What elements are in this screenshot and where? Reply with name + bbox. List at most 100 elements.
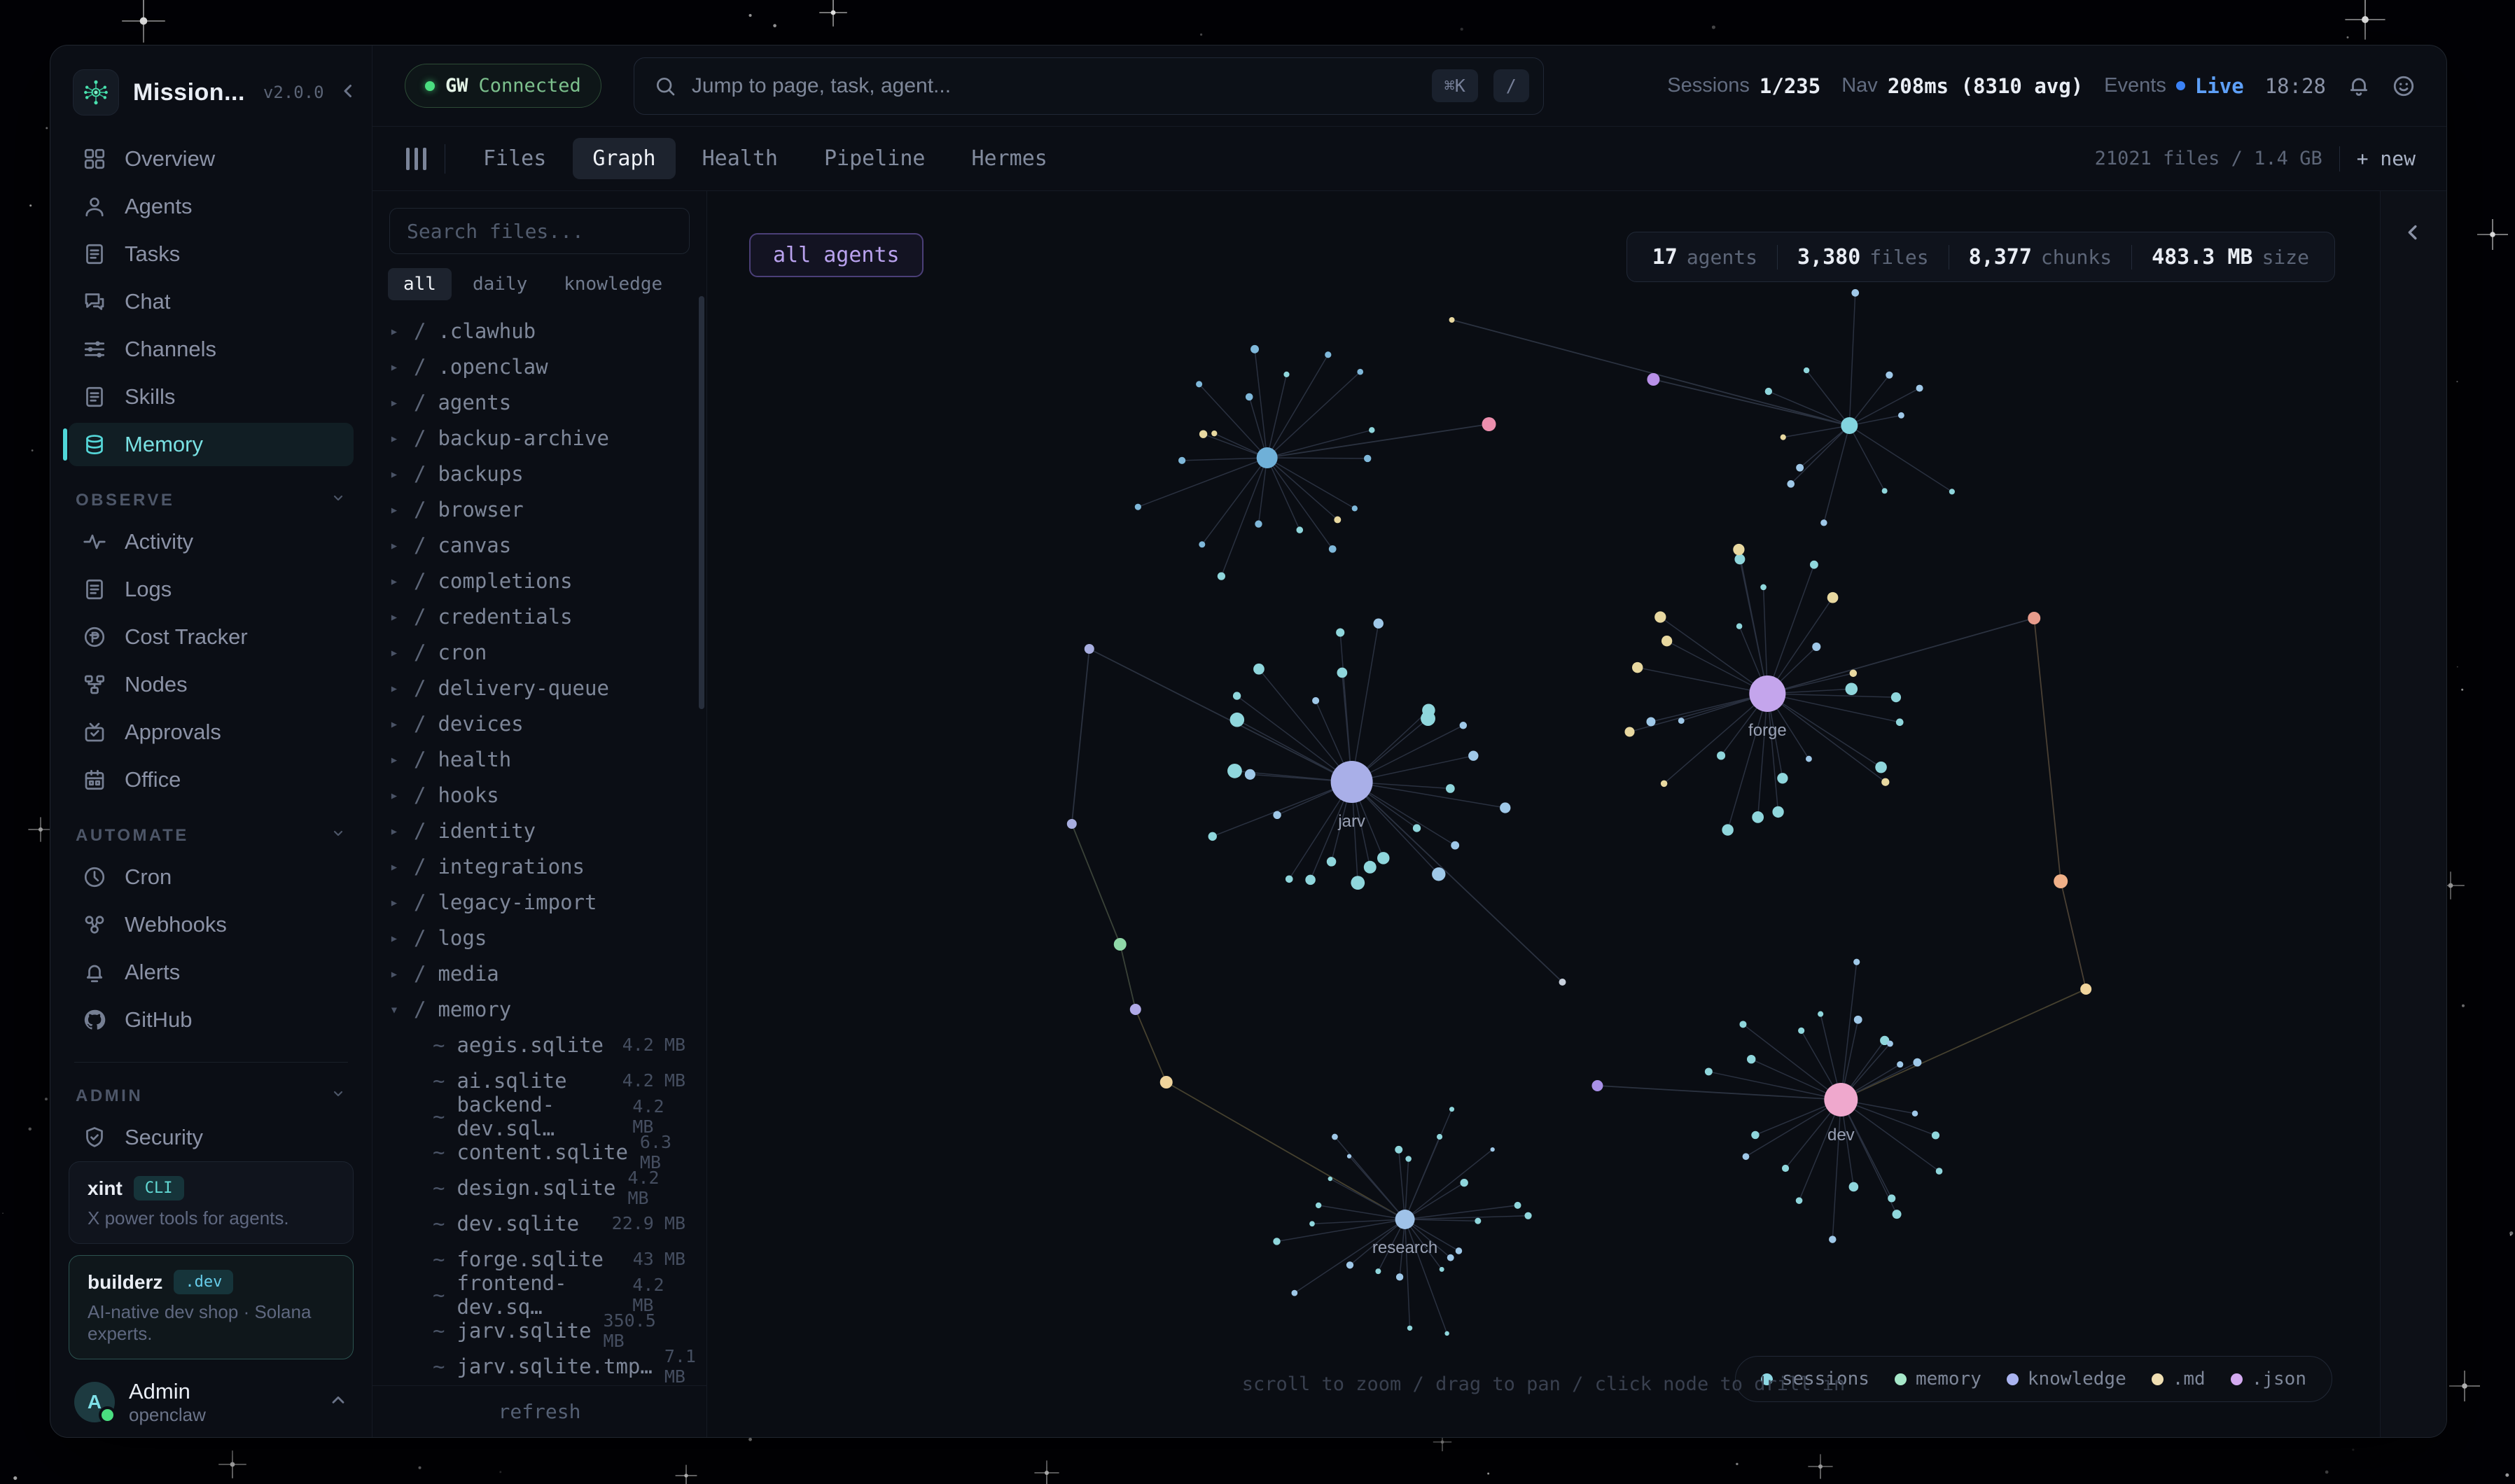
agents-graph[interactable]: jarvforgedevresearch bbox=[707, 191, 2380, 1437]
sidebar-item-logs[interactable]: Logs bbox=[69, 568, 354, 611]
filter-chip-daily[interactable]: daily bbox=[457, 268, 543, 300]
sidebar-item-channels[interactable]: Channels bbox=[69, 328, 354, 371]
sidebar-item-security[interactable]: Security bbox=[69, 1116, 354, 1159]
graph-node[interactable] bbox=[1114, 938, 1127, 951]
gateway-status-pill[interactable]: GW Connected bbox=[405, 64, 601, 108]
filter-chip-all[interactable]: all bbox=[388, 268, 452, 300]
tree-file[interactable]: ~aegis.sqlite4.2 MB bbox=[386, 1027, 706, 1063]
tree-folder-memory[interactable]: ▾/memory bbox=[386, 991, 706, 1027]
graph-node[interactable] bbox=[1591, 1080, 1603, 1091]
sidebar-item-chat[interactable]: Chat bbox=[69, 280, 354, 323]
graph-node[interactable] bbox=[1559, 979, 1566, 986]
graph-hub-research[interactable] bbox=[1395, 1210, 1415, 1229]
sidebar-item-memory[interactable]: Memory bbox=[69, 423, 354, 466]
graph-hub-forge[interactable] bbox=[1749, 676, 1785, 712]
sidebar-item-webhooks[interactable]: Webhooks bbox=[69, 903, 354, 946]
tab-pipeline[interactable]: Pipeline bbox=[804, 138, 945, 179]
tree-file[interactable]: ~dev.sqlite22.9 MB bbox=[386, 1205, 706, 1241]
sidebar-collapse-button[interactable] bbox=[338, 80, 359, 105]
sidebar-item-activity[interactable]: Activity bbox=[69, 520, 354, 564]
tree-folder-clawhub[interactable]: ▸/.clawhub bbox=[386, 313, 706, 349]
sidebar-item-cron[interactable]: Cron bbox=[69, 855, 354, 899]
filter-chip-knowledge[interactable]: knowledge bbox=[548, 268, 678, 300]
promo-card-xint[interactable]: xintCLIX power tools for agents. bbox=[69, 1161, 354, 1244]
graph-hub-cluster[interactable] bbox=[1841, 417, 1858, 434]
sidebar-section-admin[interactable]: ADMIN bbox=[76, 1085, 347, 1107]
tree-folder-legacy-import[interactable]: ▸/legacy-import bbox=[386, 884, 706, 920]
sidebar-section-observe[interactable]: OBSERVE bbox=[76, 489, 347, 511]
sidebar-item-agents[interactable]: Agents bbox=[69, 185, 354, 228]
sidebar-item-office[interactable]: Office bbox=[69, 758, 354, 802]
graph-node[interactable] bbox=[2028, 612, 2040, 624]
tree-folder-media[interactable]: ▸/media bbox=[386, 955, 706, 991]
tree-folder-delivery-queue[interactable]: ▸/delivery-queue bbox=[386, 670, 706, 706]
graph-hub-cluster[interactable] bbox=[1257, 447, 1278, 468]
columns-layout-icon[interactable] bbox=[406, 148, 426, 170]
sidebar-section-automate[interactable]: AUTOMATE bbox=[76, 825, 347, 846]
graph-node[interactable] bbox=[2080, 983, 2091, 995]
promo-card-builderz[interactable]: builderz.devAI-native dev shop · Solana … bbox=[69, 1255, 354, 1359]
graph-node[interactable] bbox=[1160, 1076, 1173, 1088]
file-search-input[interactable] bbox=[407, 220, 672, 243]
app-window: Mission... v2.0.0 OverviewAgentsTasksCha… bbox=[50, 45, 2447, 1438]
file-search[interactable] bbox=[389, 208, 690, 254]
sidebar-item-overview[interactable]: Overview bbox=[69, 137, 354, 181]
graph-node[interactable] bbox=[1085, 644, 1094, 654]
sidebar-item-nodes[interactable]: Nodes bbox=[69, 663, 354, 706]
tree-folder-openclaw[interactable]: ▸/.openclaw bbox=[386, 349, 706, 384]
tree-file[interactable]: ~content.sqlite6.3 MB bbox=[386, 1134, 706, 1170]
tree-folder-hooks[interactable]: ▸/hooks bbox=[386, 777, 706, 813]
tree-folder-credentials[interactable]: ▸/credentials bbox=[386, 598, 706, 634]
tree-file[interactable]: ~design.sqlite4.2 MB bbox=[386, 1170, 706, 1205]
file-prefix: ~ bbox=[433, 1283, 445, 1307]
tree-file[interactable]: ~jarv.sqlite.tmp…7.1 MB bbox=[386, 1348, 706, 1384]
feedback-button[interactable] bbox=[2392, 74, 2416, 98]
graph-hub-dev[interactable] bbox=[1824, 1083, 1858, 1116]
tree-file[interactable]: ~frontend-dev.sq…4.2 MB bbox=[386, 1277, 706, 1312]
tab-files[interactable]: Files bbox=[464, 138, 566, 179]
global-search[interactable]: ⌘K / bbox=[634, 57, 1544, 115]
agents-filter-badge[interactable]: all agents bbox=[749, 233, 924, 277]
tab-graph[interactable]: Graph bbox=[573, 138, 675, 179]
tree-folder-backups[interactable]: ▸/backups bbox=[386, 456, 706, 491]
sidebar-item-alerts[interactable]: Alerts bbox=[69, 951, 354, 994]
tree-folder-browser[interactable]: ▸/browser bbox=[386, 491, 706, 527]
sidebar-item-github[interactable]: GitHub bbox=[69, 998, 354, 1042]
tree-folder-logs[interactable]: ▸/logs bbox=[386, 920, 706, 955]
collapse-panel-button[interactable] bbox=[2402, 220, 2425, 244]
app-version: v2.0.0 bbox=[263, 83, 324, 102]
graph-node[interactable] bbox=[2054, 874, 2068, 888]
user-menu[interactable]: A Admin openclaw bbox=[69, 1379, 354, 1426]
tree-folder-health[interactable]: ▸/health bbox=[386, 741, 706, 777]
global-search-input[interactable] bbox=[692, 74, 1416, 98]
graph-canvas[interactable]: jarvforgedevresearch all agents 17agents… bbox=[707, 191, 2380, 1437]
tree-file[interactable]: ~jarv.sqlite350.5 MB bbox=[386, 1312, 706, 1348]
scrollbar-thumb[interactable] bbox=[699, 296, 704, 709]
tree-folder-agents[interactable]: ▸/agents bbox=[386, 384, 706, 420]
tree-folder-cron[interactable]: ▸/cron bbox=[386, 634, 706, 670]
graph-node[interactable] bbox=[1482, 417, 1496, 431]
folder-name: cron bbox=[438, 640, 487, 664]
sidebar-item-approvals[interactable]: Approvals bbox=[69, 710, 354, 754]
tab-hermes[interactable]: Hermes bbox=[952, 138, 1067, 179]
tree-folder-integrations[interactable]: ▸/integrations bbox=[386, 848, 706, 884]
graph-node[interactable] bbox=[1647, 373, 1659, 386]
sidebar-item-cost-tracker[interactable]: Cost Tracker bbox=[69, 615, 354, 659]
sidebar-item-skills[interactable]: Skills bbox=[69, 375, 354, 419]
tab-health[interactable]: Health bbox=[683, 138, 797, 179]
tree-file[interactable]: ~backend-dev.sql…4.2 MB bbox=[386, 1098, 706, 1134]
graph-node[interactable] bbox=[1449, 317, 1455, 323]
graph-hub-jarv[interactable] bbox=[1331, 761, 1373, 803]
chevron-down-icon bbox=[330, 825, 347, 846]
tree-folder-identity[interactable]: ▸/identity bbox=[386, 813, 706, 848]
tree-folder-devices[interactable]: ▸/devices bbox=[386, 706, 706, 741]
tree-folder-canvas[interactable]: ▸/canvas bbox=[386, 527, 706, 563]
tree-folder-completions[interactable]: ▸/completions bbox=[386, 563, 706, 598]
new-file-button[interactable]: + new bbox=[2357, 147, 2416, 170]
graph-node[interactable] bbox=[1067, 819, 1077, 829]
tree-folder-backup-archive[interactable]: ▸/backup-archive bbox=[386, 420, 706, 456]
graph-node[interactable] bbox=[1130, 1004, 1141, 1015]
refresh-button[interactable]: refresh bbox=[498, 1400, 580, 1423]
notifications-button[interactable] bbox=[2347, 74, 2371, 98]
sidebar-item-tasks[interactable]: Tasks bbox=[69, 232, 354, 276]
